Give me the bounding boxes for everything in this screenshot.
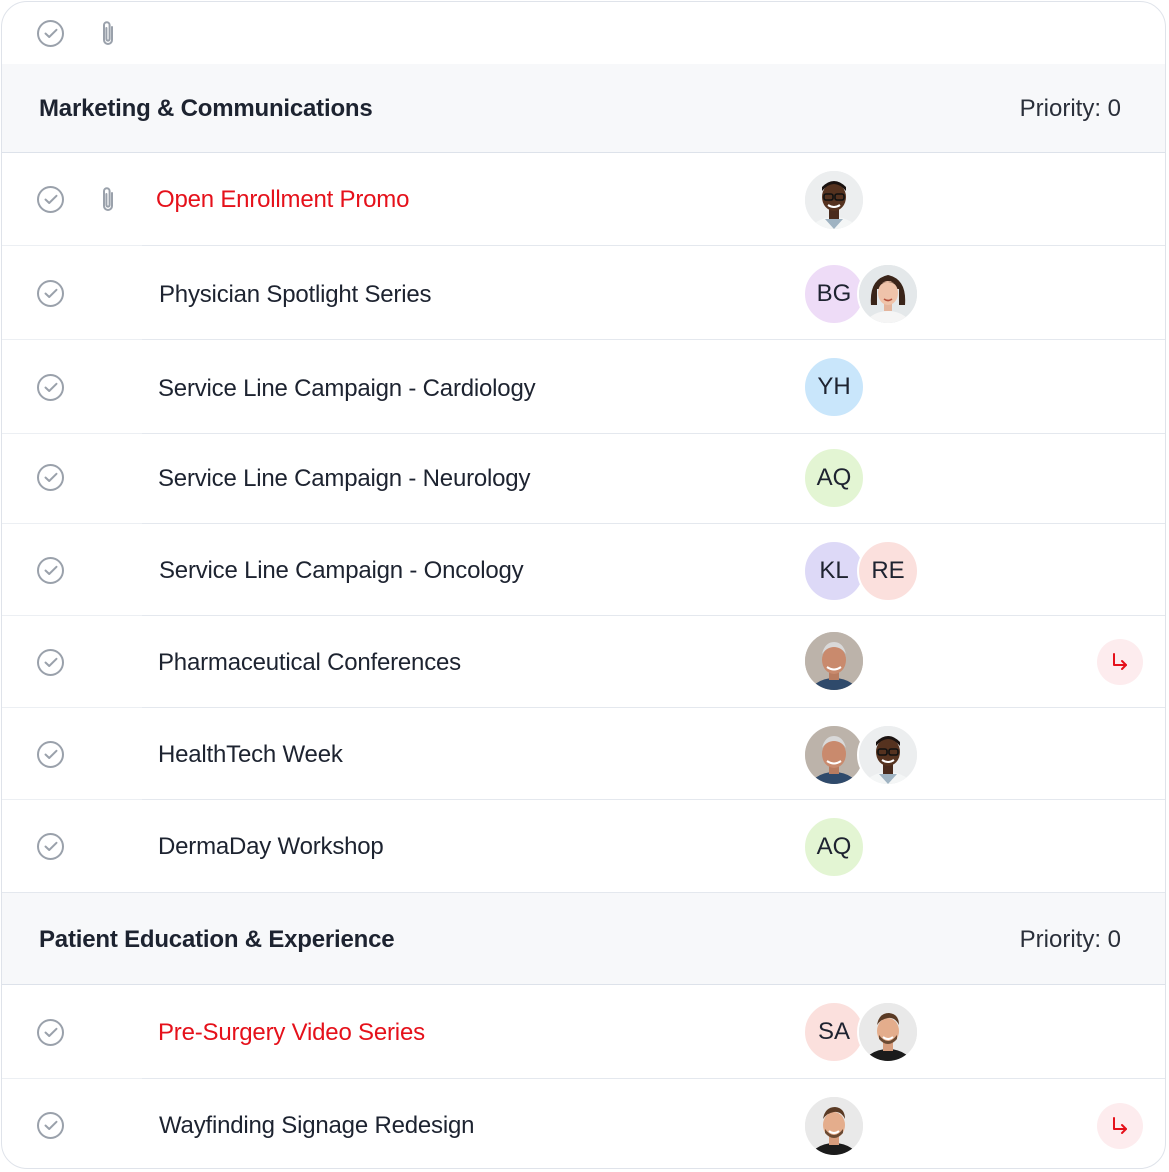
photo-smiling-man-avatar[interactable]: [857, 1001, 919, 1063]
photo-man-glasses-avatar[interactable]: [803, 169, 865, 231]
photo-man-glasses-avatar[interactable]: [857, 724, 919, 786]
task-row[interactable]: HealthTech Week: [2, 708, 1165, 800]
initials-avatar[interactable]: RE: [857, 540, 919, 602]
initials-avatar[interactable]: SA: [803, 1001, 865, 1063]
complete-check-icon[interactable]: [37, 557, 64, 584]
task-row[interactable]: Service Line Campaign - Cardiology YH: [2, 340, 1165, 434]
task-title[interactable]: Service Line Campaign - Oncology: [159, 557, 524, 585]
photo-older-man-avatar[interactable]: [803, 724, 865, 786]
complete-check-icon[interactable]: [37, 280, 64, 307]
section-priority: Priority: 0: [1019, 926, 1121, 953]
photo-older-man-avatar[interactable]: [803, 630, 865, 692]
task-row[interactable]: Wayfinding Signage Redesign: [2, 1079, 1165, 1168]
initials-avatar[interactable]: BG: [803, 263, 865, 325]
task-title[interactable]: DermaDay Workshop: [158, 833, 384, 861]
initials-avatar[interactable]: KL: [803, 540, 865, 602]
photo-smiling-man-avatar[interactable]: [803, 1095, 865, 1157]
task-row[interactable]: Physician Spotlight Series BG: [2, 246, 1165, 340]
subtask-arrow-icon: [1113, 1117, 1127, 1134]
task-title[interactable]: Pre-Surgery Video Series: [158, 1019, 425, 1047]
photo-woman-avatar[interactable]: [857, 263, 919, 325]
task-row[interactable]: Open Enrollment Promo: [2, 153, 1165, 246]
task-title[interactable]: Open Enrollment Promo: [156, 186, 409, 214]
section-header-patient-education[interactable]: Patient Education & Experience Priority:…: [2, 892, 1165, 985]
complete-all-check-icon[interactable]: [37, 20, 64, 47]
section-priority: Priority: 0: [1019, 95, 1121, 122]
initials-avatar[interactable]: AQ: [803, 816, 865, 878]
section-title: Marketing & Communications: [39, 95, 373, 122]
subtask-arrow-icon: [1113, 653, 1127, 670]
task-title[interactable]: Service Line Campaign - Neurology: [158, 465, 530, 493]
task-title[interactable]: Service Line Campaign - Cardiology: [158, 375, 536, 403]
task-row[interactable]: Service Line Campaign - Neurology AQ: [2, 434, 1165, 524]
initials-avatar[interactable]: YH: [803, 356, 865, 418]
task-row[interactable]: DermaDay Workshop AQ: [2, 800, 1165, 892]
task-title[interactable]: Physician Spotlight Series: [159, 281, 431, 309]
section-header-marketing[interactable]: Marketing & Communications Priority: 0: [2, 64, 1165, 153]
complete-check-icon[interactable]: [37, 374, 64, 401]
task-list-panel: Marketing & Communications Priority: 0 O…: [1, 1, 1166, 1169]
complete-check-icon[interactable]: [37, 1019, 64, 1046]
initials-avatar[interactable]: AQ: [803, 447, 865, 509]
task-title[interactable]: Wayfinding Signage Redesign: [159, 1112, 474, 1140]
task-row[interactable]: Pharmaceutical Conferences: [2, 616, 1165, 708]
section-title: Patient Education & Experience: [39, 926, 395, 953]
task-row[interactable]: Pre-Surgery Video Series SA: [2, 985, 1165, 1079]
complete-check-icon[interactable]: [37, 1112, 64, 1139]
complete-check-icon[interactable]: [37, 649, 64, 676]
complete-check-icon[interactable]: [37, 464, 64, 491]
complete-check-icon[interactable]: [37, 186, 64, 213]
task-title[interactable]: Pharmaceutical Conferences: [158, 649, 461, 677]
paperclip-icon[interactable]: [98, 19, 118, 49]
subtask-link-button[interactable]: [1097, 639, 1143, 685]
complete-check-icon[interactable]: [37, 741, 64, 768]
complete-check-icon[interactable]: [37, 833, 64, 860]
task-row[interactable]: Service Line Campaign - Oncology KL RE: [2, 524, 1165, 616]
paperclip-icon[interactable]: [98, 185, 118, 215]
task-title[interactable]: HealthTech Week: [158, 741, 343, 769]
list-toolbar: [2, 2, 1165, 65]
subtask-link-button[interactable]: [1097, 1103, 1143, 1149]
